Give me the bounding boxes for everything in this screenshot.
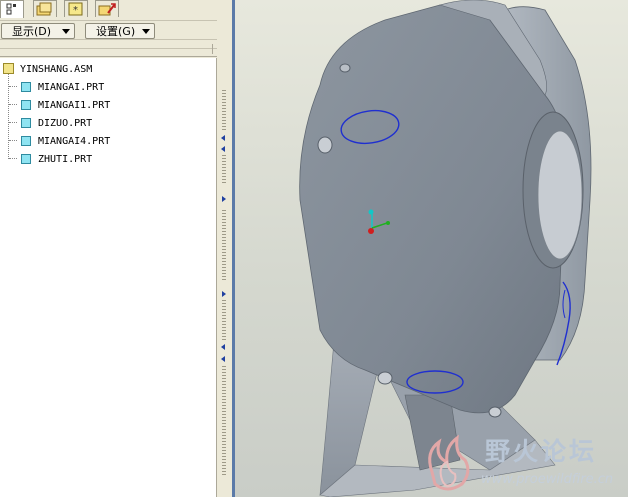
chevron-down-icon xyxy=(142,29,150,34)
part-icon xyxy=(21,100,31,110)
splitter-grip[interactable] xyxy=(222,366,226,476)
watermark-url: www.proewildfire.cn xyxy=(481,472,614,487)
tree-connector xyxy=(9,104,17,106)
expand-right-icon[interactable] xyxy=(222,196,226,202)
folder-browser-tab[interactable] xyxy=(33,0,57,17)
panel-splitter[interactable] xyxy=(217,0,232,497)
part-icon xyxy=(21,82,31,92)
chevron-down-icon xyxy=(62,29,70,34)
collapse-left-icon[interactable] xyxy=(221,344,225,350)
tree-item-label: MIANGAI.PRT xyxy=(38,82,105,93)
tree-connector xyxy=(9,86,17,88)
navigator-tabs: * xyxy=(0,0,217,18)
favorites-tab[interactable]: * xyxy=(64,0,88,17)
connections-tab[interactable] xyxy=(95,0,119,17)
tree-item-label: DIZUO.PRT xyxy=(38,118,93,129)
tree-item-label: MIANGAI4.PRT xyxy=(38,136,111,147)
assembly-icon xyxy=(3,63,14,74)
splitter-grip[interactable] xyxy=(222,155,226,185)
tree-connector xyxy=(9,158,17,160)
tree-connector-line xyxy=(8,71,10,159)
forum-watermark: 野火论坛 www.proewildfire.cn xyxy=(417,430,628,497)
show-menu-label: 显示(D) xyxy=(12,25,52,38)
part-icon xyxy=(21,118,31,128)
favorites-star-icon: * xyxy=(68,2,83,16)
header-divider xyxy=(0,48,217,49)
speaker-model-3d[interactable] xyxy=(235,0,628,497)
tree-item-label: MIANGAI1.PRT xyxy=(38,100,111,111)
splitter-grip[interactable] xyxy=(222,300,226,340)
model-tree-tab[interactable] xyxy=(0,0,24,18)
expand-right-icon[interactable] xyxy=(222,291,226,297)
wildfire-logo-icon xyxy=(428,434,470,491)
collapse-left-icon[interactable] xyxy=(221,146,225,152)
tree-connector xyxy=(9,122,17,124)
model-tree: YINSHANG.ASM MIANGAI.PRT MIANGAI1.PRT DI… xyxy=(0,58,217,497)
collapse-left-icon[interactable] xyxy=(221,356,225,362)
collapse-left-icon[interactable] xyxy=(221,135,225,141)
tree-column-header xyxy=(0,42,217,57)
show-menu-button[interactable]: 显示(D) xyxy=(1,23,75,39)
tree-connector xyxy=(9,140,17,142)
graphics-viewport[interactable]: 野火论坛 www.proewildfire.cn xyxy=(235,0,628,497)
tree-item-label: YINSHANG.ASM xyxy=(20,64,93,75)
svg-text:*: * xyxy=(73,5,78,16)
settings-menu-button[interactable]: 设置(G) xyxy=(85,23,155,39)
connections-icon xyxy=(98,3,116,16)
tree-item-label: ZHUTI.PRT xyxy=(38,154,93,165)
folder-icon xyxy=(36,2,52,16)
splitter-grip[interactable] xyxy=(222,90,226,130)
model-tree-icon xyxy=(6,3,16,15)
part-icon xyxy=(21,154,31,164)
column-resize-handle[interactable] xyxy=(212,44,213,54)
watermark-title: 野火论坛 xyxy=(485,437,598,466)
navigator-toolbar: 显示(D) 设置(G) xyxy=(0,20,217,40)
settings-menu-label: 设置(G) xyxy=(96,25,136,38)
navigator-panel: * 显示(D) 设置(G) YINSHANG.ASM MIANGAI.PRT M… xyxy=(0,0,217,497)
splitter-grip[interactable] xyxy=(222,210,226,280)
part-icon xyxy=(21,136,31,146)
housing-part[interactable] xyxy=(299,0,592,418)
